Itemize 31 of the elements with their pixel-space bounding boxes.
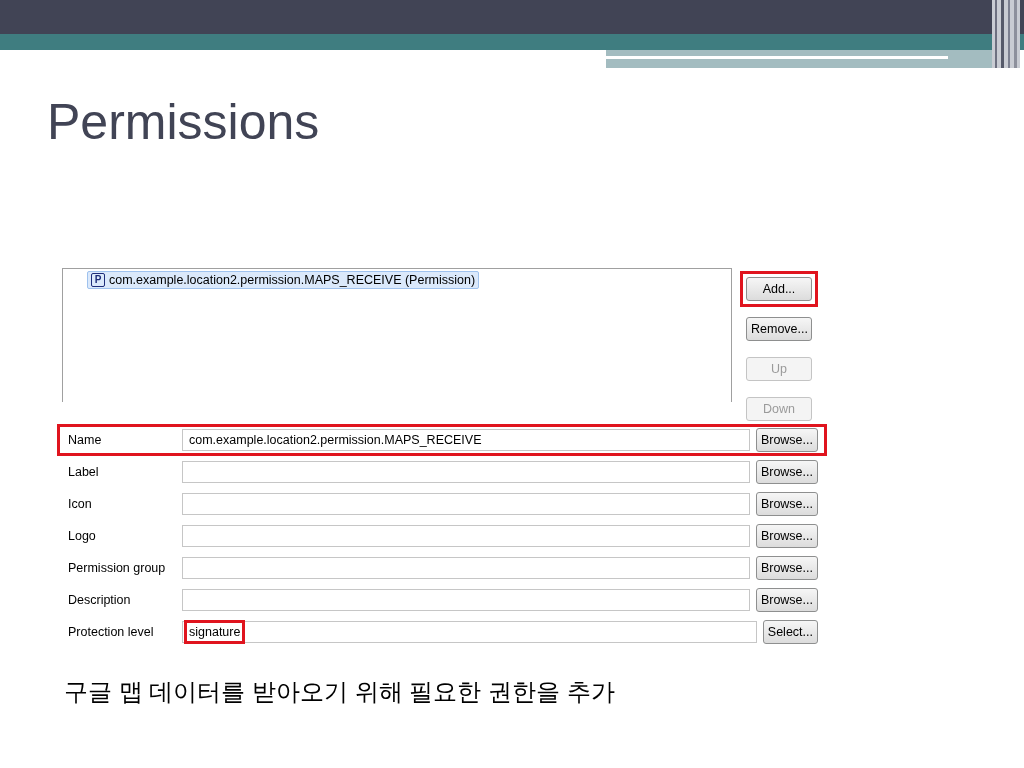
permission-icon: P [91, 273, 105, 287]
slide-caption: 구글 맵 데이터를 받아오기 위해 필요한 권한을 추가 [64, 677, 615, 707]
browse-button[interactable]: Browse... [755, 492, 818, 516]
input-field[interactable]: com.example.location2.permission.MAPS_RECEIVE [182, 429, 750, 451]
list-item-label: com.example.location2.permission.MAPS_RECEIVE (Permission) [109, 273, 476, 287]
list-item[interactable]: P com.example.location2.permission.MAPS_RECEIVE (Permission) [87, 271, 480, 289]
field-label: Name [68, 433, 103, 447]
slide-title: Permissions [47, 93, 320, 152]
browse-button[interactable]: Browse... [755, 556, 818, 580]
field-label: Protection level [68, 625, 155, 639]
field-label: Logo [68, 529, 97, 543]
input-field[interactable] [182, 557, 750, 579]
list-button[interactable]: Add... [746, 277, 812, 301]
browse-button[interactable]: Browse... [755, 428, 818, 452]
input-field[interactable] [182, 589, 750, 611]
field-label: Label [68, 465, 100, 479]
browse-button[interactable]: Browse... [755, 524, 818, 548]
field-label: Permission group [68, 561, 167, 575]
field-label: Icon [68, 497, 93, 511]
field-value: signature [184, 620, 246, 644]
browse-button[interactable]: Browse... [755, 460, 818, 484]
field-value: com.example.location2.permission.MAPS_RECEIVE [188, 432, 483, 449]
list-button[interactable]: Remove... [746, 317, 812, 341]
input-field[interactable] [182, 493, 750, 515]
input-field[interactable] [182, 461, 750, 483]
browse-button[interactable]: Select... [762, 620, 818, 644]
input-field[interactable] [182, 525, 750, 547]
stripes-drawing [992, 0, 1020, 70]
browse-button[interactable]: Browse... [755, 588, 818, 612]
field-label: Description [68, 593, 132, 607]
input-field[interactable]: signature [182, 621, 757, 643]
